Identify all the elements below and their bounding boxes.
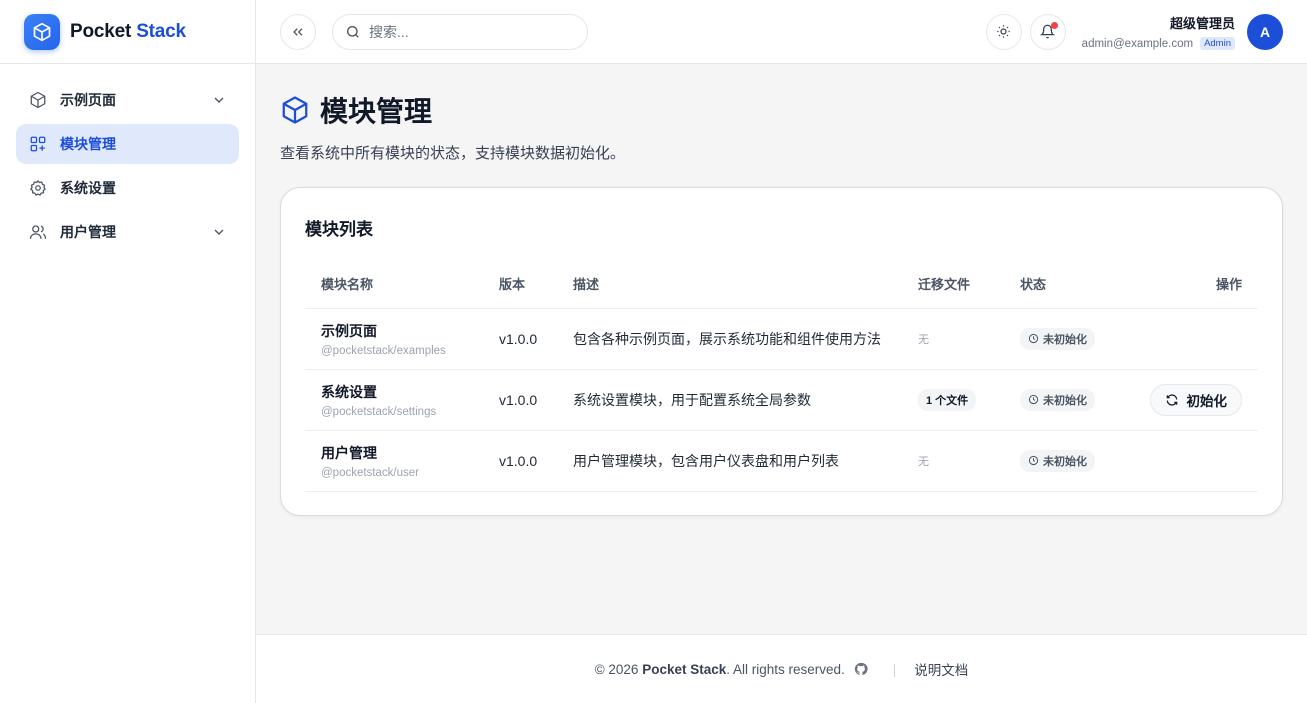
card-title: 模块列表 xyxy=(305,220,373,239)
chevrons-left-icon xyxy=(293,27,303,36)
github-icon[interactable] xyxy=(854,662,868,676)
module-description: 系统设置模块，用于配置系统全局参数 xyxy=(557,369,902,431)
notification-dot xyxy=(1050,21,1058,29)
theme-toggle-button[interactable] xyxy=(985,13,1022,50)
top-header: 超级管理员 admin@example.com Admin A xyxy=(256,0,1307,64)
avatar[interactable]: A xyxy=(1247,13,1283,50)
table-row: 用户管理 @pocketstack/user v1.0.0 用户管理模块，包含用户… xyxy=(305,430,1258,492)
module-migrations: 无 xyxy=(918,456,929,468)
modules-table: 模块名称 版本 描述 迁移文件 状态 操作 示例页面 @pocketstack/e… xyxy=(305,260,1258,492)
module-description: 用户管理模块，包含用户仪表盘和用户列表 xyxy=(557,430,902,492)
main-content: 模块管理 查看系统中所有模块的状态，支持模块数据初始化。 模块列表 模块名称 版… xyxy=(256,64,1307,634)
search-icon xyxy=(347,25,359,38)
sidebar-item-label: 模块管理 xyxy=(60,136,116,152)
cube-icon xyxy=(282,96,308,124)
module-version: v1.0.0 xyxy=(483,369,557,431)
clock-icon xyxy=(1028,333,1039,344)
copyright-suffix: . All rights reserved. xyxy=(726,661,845,677)
role-badge: Admin xyxy=(1200,37,1235,50)
module-description: 包含各种示例页面，展示系统功能和组件使用方法 xyxy=(557,308,902,370)
clock-icon xyxy=(1028,455,1039,466)
sidebar: Pocket Stack 示例页面 模块管理 系统设置 用户管理 xyxy=(0,0,256,703)
status-badge: 未初始化 xyxy=(1020,388,1095,411)
sidebar-nav: 示例页面 模块管理 系统设置 用户管理 xyxy=(0,64,255,272)
search-input[interactable] xyxy=(369,23,569,40)
notifications-button[interactable] xyxy=(1029,13,1066,50)
brand-name: Pocket Stack xyxy=(70,20,186,42)
sidebar-item-users[interactable]: 用户管理 xyxy=(16,212,239,252)
modules-card: 模块列表 模块名称 版本 描述 迁移文件 状态 操作 示例页面 @pocketst… xyxy=(280,187,1283,516)
column-header-description: 描述 xyxy=(557,260,902,309)
modules-icon xyxy=(28,134,48,154)
table-row: 示例页面 @pocketstack/examples v1.0.0 包含各种示例页… xyxy=(305,308,1258,370)
brand-logo-icon xyxy=(24,13,60,50)
copyright-prefix: © 2026 xyxy=(594,661,639,677)
footer-brand: Pocket Stack xyxy=(642,661,727,677)
column-header-status: 状态 xyxy=(1004,260,1124,309)
user-name: 超级管理员 xyxy=(1169,16,1235,31)
refresh-icon xyxy=(1166,393,1177,406)
status-badge: 未初始化 xyxy=(1020,449,1095,472)
module-name: 用户管理 xyxy=(321,444,377,461)
module-version: v1.0.0 xyxy=(483,430,557,492)
module-name: 系统设置 xyxy=(321,383,377,400)
cube-icon xyxy=(28,90,48,110)
initialize-button[interactable]: 初始化 xyxy=(1149,383,1242,416)
sidebar-item-examples[interactable]: 示例页面 xyxy=(16,80,239,120)
module-package: @pocketstack/settings xyxy=(321,405,437,418)
footer: © 2026 Pocket Stack. All rights reserved… xyxy=(256,634,1307,703)
chevron-down-icon xyxy=(211,224,227,240)
module-name: 示例页面 xyxy=(321,322,377,339)
module-migrations: 1 个文件 xyxy=(918,388,977,411)
chevron-down-icon xyxy=(211,92,227,108)
clock-icon xyxy=(1028,394,1039,405)
docs-link[interactable]: 说明文档 xyxy=(914,659,968,679)
sidebar-item-label: 用户管理 xyxy=(60,224,116,240)
footer-separator: | xyxy=(892,661,897,677)
page-description: 查看系统中所有模块的状态，支持模块数据初始化。 xyxy=(280,145,626,162)
gear-icon xyxy=(28,178,48,198)
sidebar-item-modules[interactable]: 模块管理 xyxy=(16,124,239,164)
module-package: @pocketstack/examples xyxy=(321,344,446,357)
page-title: 模块管理 xyxy=(320,96,433,127)
module-version: v1.0.0 xyxy=(483,308,557,370)
collapse-sidebar-button[interactable] xyxy=(280,13,316,50)
brand[interactable]: Pocket Stack xyxy=(0,0,255,64)
sidebar-item-label: 示例页面 xyxy=(60,92,116,108)
column-header-name: 模块名称 xyxy=(305,260,483,309)
column-header-migrations: 迁移文件 xyxy=(902,260,1004,309)
sidebar-item-label: 系统设置 xyxy=(60,180,116,196)
user-info[interactable]: 超级管理员 admin@example.com Admin xyxy=(1082,13,1235,50)
sun-icon xyxy=(997,25,1010,38)
module-package: @pocketstack/user xyxy=(321,466,419,479)
table-row: 系统设置 @pocketstack/settings v1.0.0 系统设置模块，… xyxy=(305,369,1258,431)
sidebar-item-settings[interactable]: 系统设置 xyxy=(16,168,239,208)
search-box[interactable] xyxy=(332,13,588,50)
module-migrations: 无 xyxy=(918,334,929,346)
user-email: admin@example.com xyxy=(1081,37,1194,50)
status-badge: 未初始化 xyxy=(1020,327,1095,350)
users-icon xyxy=(28,222,48,242)
column-header-version: 版本 xyxy=(483,260,557,309)
column-header-actions: 操作 xyxy=(1124,260,1258,309)
